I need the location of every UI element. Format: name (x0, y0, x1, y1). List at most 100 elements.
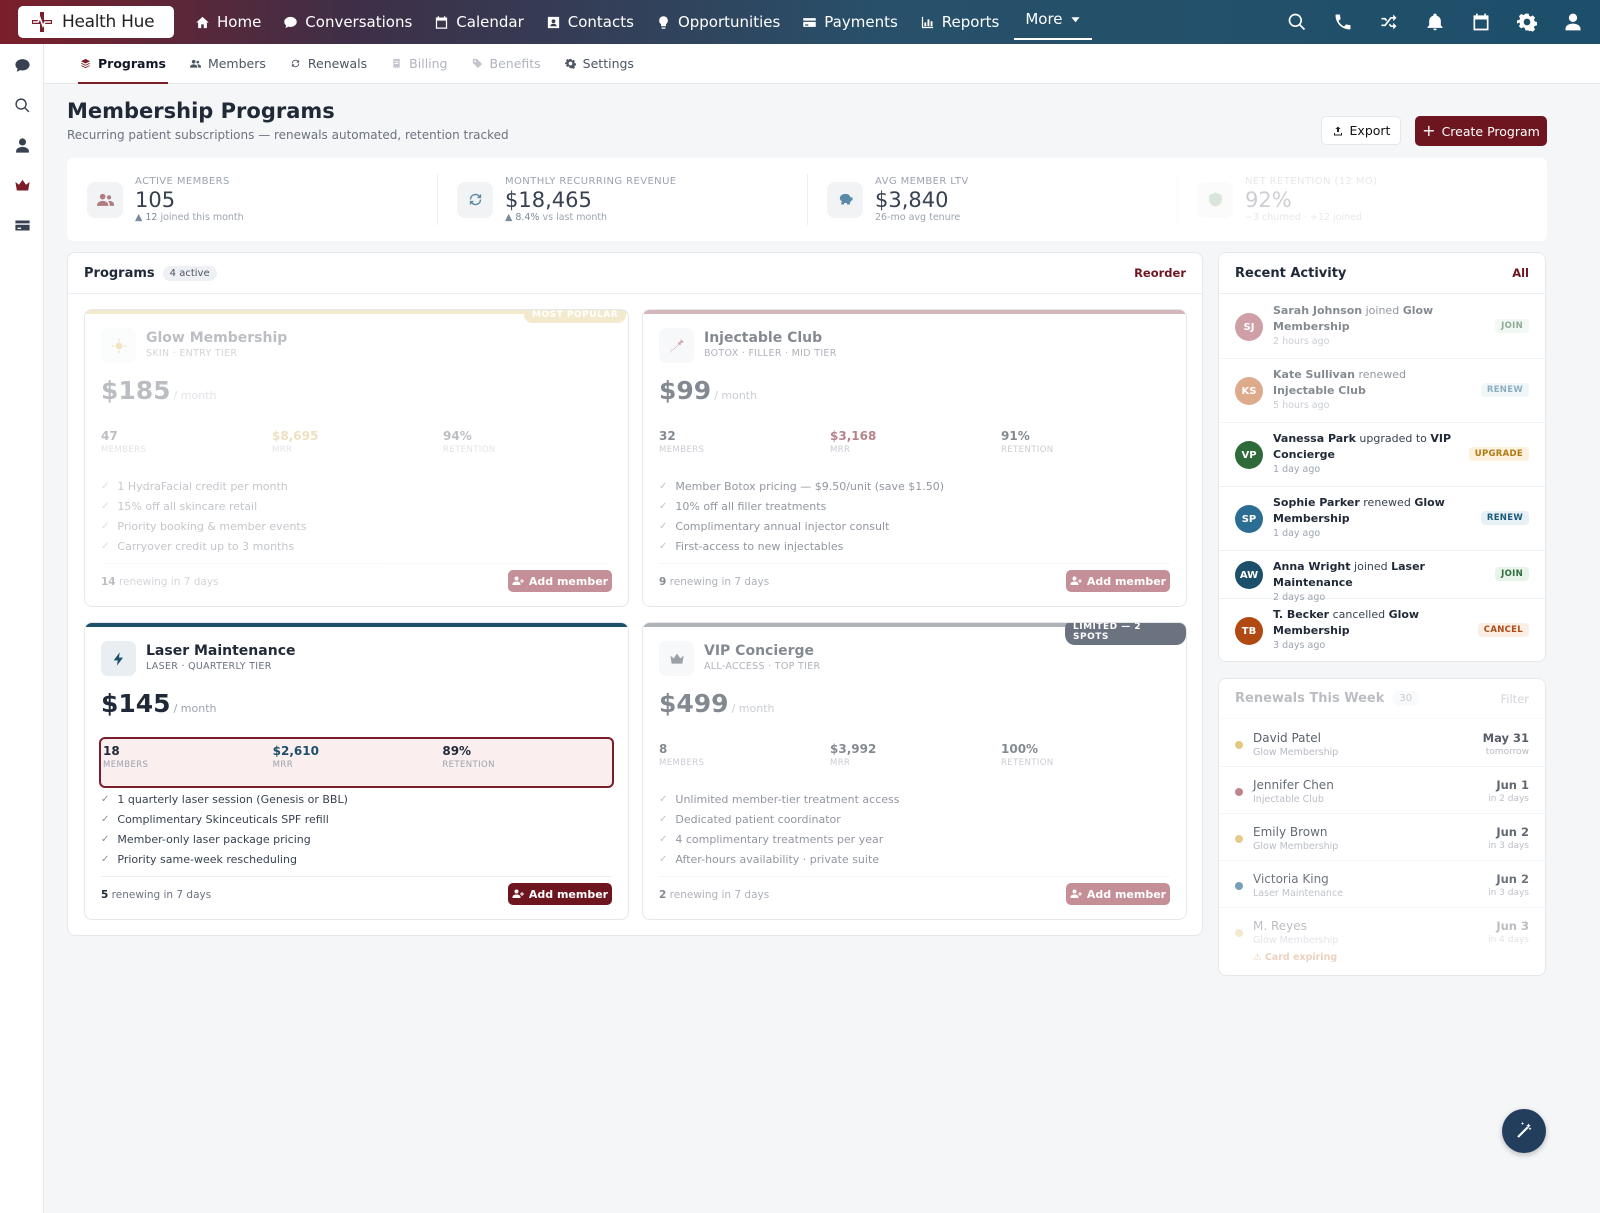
renewal-row[interactable]: M. Reyes Glow Membership ⚠ Card expiring… (1219, 908, 1545, 974)
phone-icon[interactable] (1332, 11, 1354, 33)
activity-all-link[interactable]: All (1512, 266, 1529, 280)
activity-title: Recent Activity (1235, 265, 1347, 281)
nav-calendar-label: Calendar (456, 13, 524, 31)
export-button[interactable]: Export (1321, 116, 1401, 145)
renewal-row[interactable]: David Patel Glow Membership May 31 tomor… (1219, 720, 1545, 767)
nav-opportunities[interactable]: Opportunities (645, 0, 791, 44)
tab-benefits[interactable]: Benefits (460, 44, 553, 84)
members-label: MEMBERS (103, 760, 149, 770)
stat-label: MONTHLY RECURRING REVENUE (505, 176, 677, 187)
user-icon[interactable] (1562, 11, 1584, 33)
nav-reports[interactable]: Reports (909, 0, 1011, 44)
activity-item[interactable]: KS Kate Sullivan renewed Injectable Club… (1219, 359, 1545, 423)
renewals-count-badge: 30 (1392, 691, 1420, 706)
crown-icon[interactable] (12, 175, 32, 195)
user-icon[interactable] (12, 135, 32, 155)
activity-text: T. Becker cancelled Glow Membership 3 day… (1273, 608, 1420, 651)
program-price: $185/ month (101, 376, 217, 405)
retention-label: RETENTION (1001, 445, 1054, 455)
program-card-glow[interactable]: MOST POPULAR Glow Membership SKIN · ENTR… (84, 309, 629, 607)
stat-label: NET RETENTION (12 MO) (1245, 176, 1378, 187)
piggy-bank-icon (827, 181, 863, 218)
activity-item[interactable]: SP Sophie Parker renewed Glow Membership… (1219, 487, 1545, 551)
avatar: KS (1235, 377, 1263, 405)
renewing-count: 9 renewing in 7 days (659, 576, 770, 588)
feature-item: Carryover credit up to 3 months (101, 536, 306, 556)
primary-nav: Home Conversations Calendar Contacts Opp… (184, 0, 1092, 44)
activity-item[interactable]: TB T. Becker cancelled Glow Membership 3 … (1219, 599, 1545, 661)
nav-contacts[interactable]: Contacts (535, 0, 645, 44)
renewal-program: Glow Membership (1253, 841, 1339, 852)
program-tier: ALL-ACCESS · TOP TIER (704, 661, 821, 672)
renewal-name: Emily Brown (1253, 825, 1328, 839)
nav-opportunities-label: Opportunities (677, 13, 781, 31)
program-card-vip[interactable]: VIP Concierge ALL-ACCESS · TOP TIER $499… (642, 622, 1187, 920)
tab-members[interactable]: Members (178, 44, 278, 84)
avatar: SJ (1235, 313, 1263, 341)
feature-item: Priority booking & member events (101, 516, 306, 536)
search-icon[interactable] (1286, 11, 1308, 33)
activity-item[interactable]: VP Vanessa Park upgraded to VIP Concierg… (1219, 423, 1545, 487)
card-content: Injectable Club BOTOX · FILLER · MID TIE… (643, 310, 1186, 606)
magic-wand-button[interactable] (1502, 1109, 1546, 1153)
feature-list: Member Botox pricing — $9.50/unit (save … (659, 476, 944, 556)
syringe-icon (659, 328, 694, 363)
program-card-laser[interactable]: Laser Maintenance LASER · QUARTERLY TIER… (84, 622, 629, 920)
nav-home[interactable]: Home (184, 0, 272, 44)
feature-item: Dedicated patient coordinator (659, 809, 900, 829)
add-member-label: Add member (1086, 574, 1167, 588)
avatar: AW (1235, 561, 1263, 589)
renewal-row[interactable]: Jennifer Chen Injectable Club Jun 1 in 2… (1219, 767, 1545, 814)
tab-renewals[interactable]: Renewals (278, 44, 379, 84)
renewal-row[interactable]: Emily Brown Glow Membership Jun 2 in 3 d… (1219, 814, 1545, 861)
renewal-relative: in 2 days (1488, 794, 1529, 804)
renewal-relative: in 3 days (1488, 888, 1529, 898)
user-plus-icon (1070, 889, 1082, 898)
renewals-filter-link[interactable]: Filter (1501, 692, 1529, 706)
page-title: Membership Programs (67, 99, 335, 123)
retention-label: RETENTION (443, 445, 496, 455)
renewal-row[interactable]: Victoria King Laser Maintenance Jun 2 in… (1219, 861, 1545, 908)
bell-icon[interactable] (1424, 11, 1446, 33)
gear-icon[interactable] (1516, 11, 1538, 33)
add-member-button[interactable]: Add member (1066, 570, 1170, 592)
retention-value: 89% (442, 744, 472, 758)
feature-item: Complimentary Skinceuticals SPF refill (101, 809, 348, 829)
page-subtitle: Recurring patient subscriptions — renewa… (67, 128, 509, 142)
calendar-icon[interactable] (1470, 11, 1492, 33)
nav-conversations[interactable]: Conversations (272, 0, 423, 44)
reorder-link[interactable]: Reorder (1134, 266, 1186, 280)
home-icon (196, 16, 209, 28)
bar-chart-icon (921, 16, 933, 28)
tab-programs[interactable]: Programs (68, 44, 178, 84)
tab-billing[interactable]: Billing (379, 44, 459, 84)
tab-settings[interactable]: Settings (553, 44, 646, 84)
activity-text: Sarah Johnson joined Glow Membership 2 ho… (1273, 304, 1434, 347)
status-badge: JOIN (1495, 319, 1529, 333)
shuffle-icon[interactable] (1378, 11, 1400, 33)
nav-more[interactable]: More (1014, 0, 1092, 40)
chat-icon[interactable] (12, 55, 32, 75)
nav-payments[interactable]: Payments (791, 0, 908, 44)
members-label: MEMBERS (659, 758, 705, 768)
add-member-button[interactable]: Add member (1066, 883, 1170, 905)
nav-calendar[interactable]: Calendar (423, 0, 534, 44)
receipt-icon (393, 58, 400, 69)
card-icon[interactable] (12, 215, 32, 235)
activity-text: Vanessa Park upgraded to VIP Concierge 1 … (1273, 432, 1452, 475)
renewal-program: Glow Membership (1253, 747, 1339, 758)
renewal-name: Victoria King (1253, 872, 1329, 886)
chat-icon (284, 16, 298, 28)
renewal-name: David Patel (1253, 731, 1321, 745)
stat-note: ▲ 8.4% vs last month (505, 212, 608, 223)
renewals-header: Renewals This Week 30 Filter (1219, 679, 1545, 719)
create-program-button[interactable]: + Create Program (1415, 116, 1547, 146)
app-logo[interactable]: Health Hue (18, 6, 174, 38)
activity-item[interactable]: SJ Sarah Johnson joined Glow Membership 2… (1219, 295, 1545, 359)
add-member-button[interactable]: Add member (508, 883, 612, 905)
program-card-injectable[interactable]: Injectable Club BOTOX · FILLER · MID TIE… (642, 309, 1187, 607)
export-label: Export (1349, 123, 1391, 138)
activity-item[interactable]: AW Anna Wright joined Laser Maintenance 2… (1219, 551, 1545, 603)
add-member-button[interactable]: Add member (508, 570, 612, 592)
search-icon[interactable] (12, 95, 32, 115)
